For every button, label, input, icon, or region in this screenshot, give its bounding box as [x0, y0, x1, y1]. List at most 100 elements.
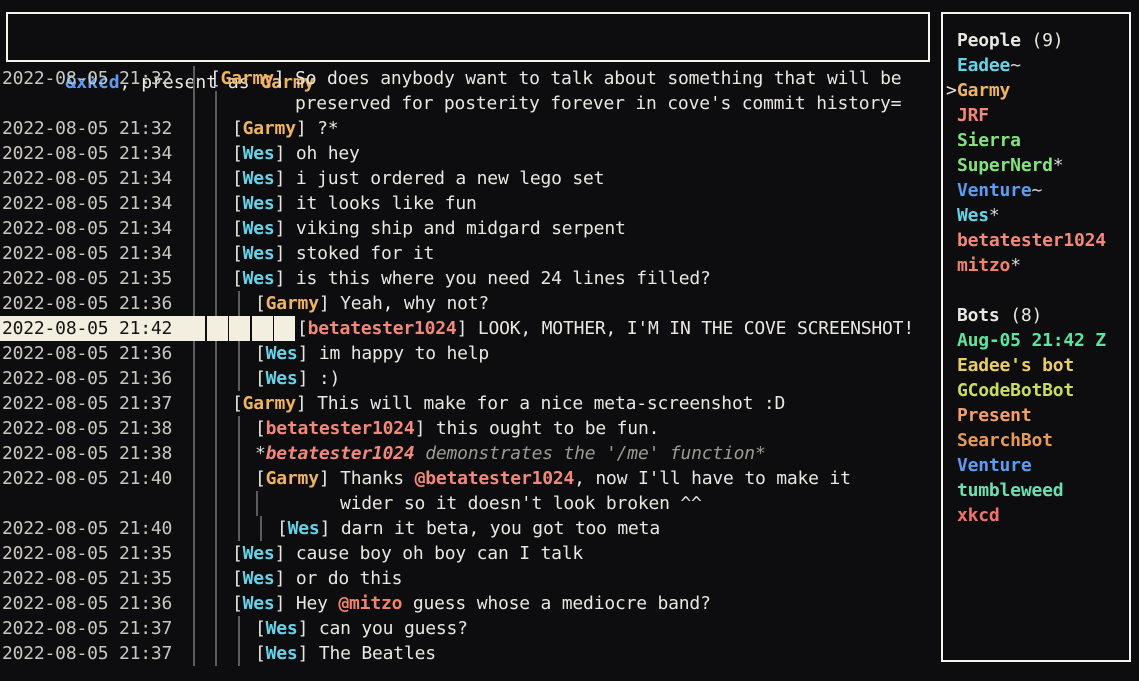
timestamp: 2022-08-05 21:40	[2, 516, 172, 541]
message-text[interactable]: [Wes] it looks like fun	[232, 191, 477, 216]
message-text[interactable]: [Wes] oh hey	[232, 141, 360, 166]
message-row[interactable]: preserved for posterity forever in cove'…	[0, 91, 938, 116]
message-row[interactable]: 2022-08-05 21:36[Wes] :)	[0, 366, 938, 391]
thread-indent-bar	[193, 541, 195, 566]
message-fragment: [	[255, 343, 266, 364]
thread-indent-bar	[193, 91, 195, 116]
message-row[interactable]: 2022-08-05 21:37[Wes] can you guess?	[0, 616, 938, 641]
member-item[interactable]: Present	[943, 403, 1129, 428]
message-row-selected[interactable]: 2022-08-05 21:42[betatester1024] LOOK, M…	[0, 316, 938, 341]
member-item[interactable]: Aug-05 21:42 Z	[943, 328, 1129, 353]
message-text[interactable]: [Garmy] This will make for a nice meta-s…	[232, 391, 785, 416]
thread-indent-bar	[215, 241, 217, 266]
message-text[interactable]: [Wes] or do this	[232, 566, 402, 591]
thread-indent-bar	[193, 616, 195, 641]
message-text[interactable]: [Garmy] So does anybody want to talk abo…	[210, 66, 901, 91]
message-row[interactable]: 2022-08-05 21:32[Garmy] So does anybody …	[0, 66, 938, 91]
member-item[interactable]: SearchBot	[943, 428, 1129, 453]
thread-indent-bar	[238, 441, 240, 466]
member-item[interactable]: JRF	[943, 103, 1129, 128]
message-text[interactable]: [Wes] viking ship and midgard serpent	[232, 216, 626, 241]
message-fragment: darn it beta, you got too meta	[341, 518, 660, 539]
message-row[interactable]: 2022-08-05 21:35[Wes] or do this	[0, 566, 938, 591]
timestamp: 2022-08-05 21:40	[2, 466, 172, 491]
sidebar-spacer	[943, 278, 1129, 303]
message-row[interactable]: 2022-08-05 21:35[Wes] is this where you …	[0, 266, 938, 291]
thread-indent-bar	[215, 591, 217, 616]
message-text[interactable]: [Wes] :)	[255, 366, 340, 391]
message-row[interactable]: 2022-08-05 21:36[Wes] Hey @mitzo guess w…	[0, 591, 938, 616]
member-item[interactable]: betatester1024	[943, 228, 1129, 253]
member-item[interactable]: Venture	[943, 453, 1129, 478]
message-fragment: *	[255, 443, 266, 464]
chat-log[interactable]: 2022-08-05 21:32[Garmy] So does anybody …	[0, 66, 938, 678]
message-text[interactable]: [Garmy] Thanks @betatester1024, now I'll…	[255, 466, 851, 491]
message-row[interactable]: 2022-08-05 21:36[Wes] im happy to help	[0, 341, 938, 366]
member-item[interactable]: Eadee~	[943, 53, 1129, 78]
message-row[interactable]: 2022-08-05 21:34[Wes] oh hey	[0, 141, 938, 166]
message-row[interactable]: 2022-08-05 21:38*betatester1024 demonstr…	[0, 441, 938, 466]
message-row[interactable]: 2022-08-05 21:34[Wes] viking ship and mi…	[0, 216, 938, 241]
thread-indent-bar	[193, 491, 195, 516]
message-text[interactable]: [betatester1024] this ought to be fun.	[255, 416, 659, 441]
thread-indent-bar	[193, 191, 195, 216]
message-text[interactable]: [Wes] i just ordered a new lego set	[232, 166, 604, 191]
message-row[interactable]: 2022-08-05 21:35[Wes] cause boy oh boy c…	[0, 541, 938, 566]
message-text[interactable]: [Wes] stoked for it	[232, 241, 434, 266]
message-text[interactable]: [Wes] Hey @mitzo guess whose a mediocre …	[232, 591, 711, 616]
message-fragment: ]	[298, 343, 319, 364]
message-fragment: [	[255, 643, 266, 664]
member-item[interactable]: SuperNerd*	[943, 153, 1129, 178]
thread-indent-bar	[238, 516, 240, 541]
message-row[interactable]: 2022-08-05 21:40 [Garmy] Thanks @betatest…	[0, 466, 938, 491]
member-item[interactable]: Eadee's bot	[943, 353, 1129, 378]
member-item[interactable]: Sierra	[943, 128, 1129, 153]
message-text[interactable]: [Garmy] Yeah, why not?	[255, 291, 489, 316]
message-row[interactable]: 2022-08-05 21:37[Wes] The Beatles	[0, 641, 938, 666]
nick-or-mention: Wes	[266, 343, 298, 364]
member-status-suffix: ~	[1031, 180, 1042, 201]
message-row[interactable]: 2022-08-05 21:34[Wes] i just ordered a n…	[0, 166, 938, 191]
member-item[interactable]: xkcd	[943, 503, 1129, 528]
member-item[interactable]: Wes*	[943, 203, 1129, 228]
timestamp: 2022-08-05 21:37	[2, 391, 172, 416]
message-text[interactable]: [Wes] can you guess?	[255, 616, 468, 641]
message-row[interactable]: 2022-08-05 21:34 [Wes] it looks like fun	[0, 191, 938, 216]
message-fragment: ]	[275, 143, 296, 164]
nick-or-mention: Wes	[266, 368, 298, 389]
message-row[interactable]: 2022-08-05 21:32[Garmy] ?*	[0, 116, 938, 141]
message-fragment: ]	[296, 118, 317, 139]
member-item[interactable]: tumbleweed	[943, 478, 1129, 503]
message-text[interactable]: preserved for posterity forever in cove'…	[295, 91, 901, 116]
message-text[interactable]: [Wes] is this where you need 24 lines fi…	[232, 266, 711, 291]
message-row[interactable]: 2022-08-05 21:37 [Garmy] This will make f…	[0, 391, 938, 416]
message-row[interactable]: 2022-08-05 21:38[betatester1024] this ou…	[0, 416, 938, 441]
member-item[interactable]: Venture~	[943, 178, 1129, 203]
member-status-suffix: *	[1053, 155, 1064, 176]
message-text[interactable]: [Garmy] ?*	[232, 116, 338, 141]
message-text[interactable]: wider so it doesn't look broken ^^	[340, 491, 702, 516]
thread-indent-bar	[193, 366, 195, 391]
thread-indent-bar	[215, 416, 217, 441]
message-row[interactable]: wider so it doesn't look broken ^^	[0, 491, 938, 516]
timestamp: 2022-08-05 21:34	[2, 191, 172, 216]
thread-indent-bar	[238, 416, 240, 441]
message-row[interactable]: 2022-08-05 21:40 [Wes] darn it beta, you …	[0, 516, 938, 541]
thread-indent-bar	[215, 366, 217, 391]
member-item[interactable]: >Garmy	[943, 78, 1129, 103]
thread-indent-bar	[193, 291, 195, 316]
message-row[interactable]: 2022-08-05 21:36[Garmy] Yeah, why not?	[0, 291, 938, 316]
message-text[interactable]: [Wes] im happy to help	[255, 341, 489, 366]
member-item[interactable]: mitzo*	[943, 253, 1129, 278]
message-row[interactable]: 2022-08-05 21:34[Wes] stoked for it	[0, 241, 938, 266]
message-fragment: ]	[274, 68, 295, 89]
member-item[interactable]: GCodeBotBot	[943, 378, 1129, 403]
message-text[interactable]: [Wes] darn it beta, you got too meta	[277, 516, 660, 541]
thread-indent-bar	[215, 266, 217, 291]
thread-indent-bar	[238, 366, 240, 391]
message-text[interactable]: [Wes] The Beatles	[255, 641, 436, 666]
member-name: Eadee's bot	[957, 355, 1074, 376]
message-text[interactable]: [Wes] cause boy oh boy can I talk	[232, 541, 583, 566]
message-text[interactable]: *betatester1024 demonstrates the '/me' f…	[255, 441, 766, 466]
message-text[interactable]: [betatester1024] LOOK, MOTHER, I'M IN TH…	[297, 316, 914, 341]
